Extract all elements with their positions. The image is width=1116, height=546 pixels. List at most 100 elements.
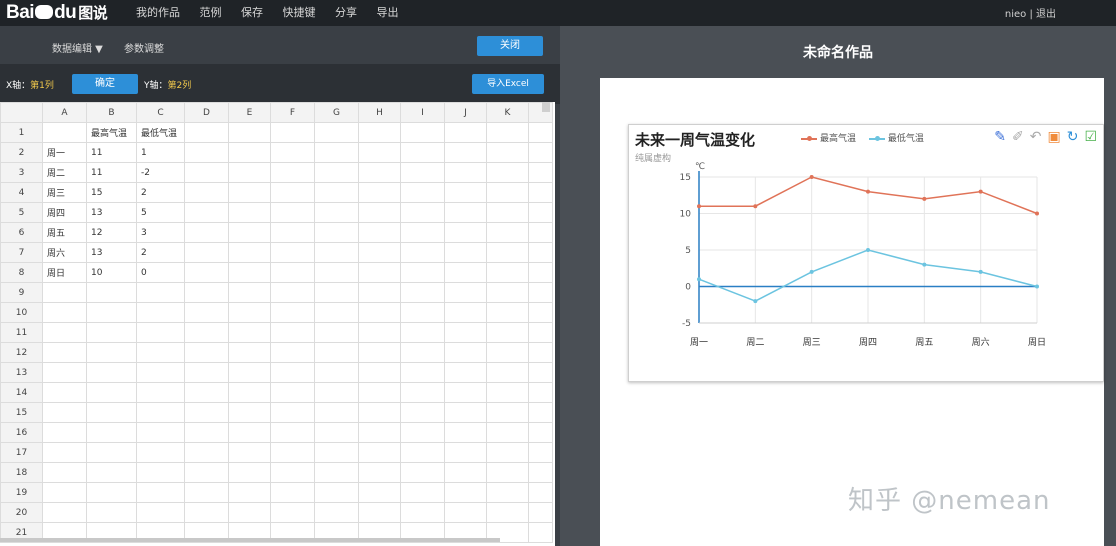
table-cell[interactable] [86,442,137,463]
column-header-k[interactable]: K [486,102,529,123]
data-point[interactable] [809,175,814,179]
table-cell[interactable] [400,362,445,383]
table-cell[interactable] [184,242,229,263]
table-cell[interactable] [42,502,87,523]
table-cell[interactable]: 最高气温 [86,122,137,143]
table-cell[interactable] [42,422,87,443]
table-cell[interactable] [444,182,487,203]
data-point[interactable] [978,269,983,274]
column-header-e[interactable]: E [228,102,271,123]
table-cell[interactable] [486,122,529,143]
table-cell[interactable] [228,182,271,203]
table-cell[interactable] [358,402,401,423]
table-cell[interactable] [314,362,359,383]
row-header[interactable]: 14 [0,382,43,403]
table-cell[interactable] [358,142,401,163]
row-header[interactable]: 20 [0,502,43,523]
table-cell[interactable] [270,142,315,163]
column-header-g[interactable]: G [314,102,359,123]
table-cell[interactable] [228,322,271,343]
table-cell[interactable] [400,382,445,403]
table-cell[interactable] [184,382,229,403]
table-cell[interactable] [314,442,359,463]
data-point[interactable] [978,189,983,194]
table-cell[interactable] [184,502,229,523]
row-header[interactable]: 18 [0,462,43,483]
table-cell[interactable] [42,442,87,463]
table-cell[interactable] [358,122,401,143]
table-cell[interactable] [86,362,137,383]
table-cell[interactable] [400,182,445,203]
column-header-b[interactable]: B [86,102,137,123]
table-cell[interactable]: -2 [136,162,185,183]
table-cell[interactable] [228,142,271,163]
table-cell[interactable] [86,502,137,523]
table-cell[interactable]: 周一 [42,142,87,163]
table-cell[interactable] [136,282,185,303]
spreadsheet[interactable]: A B C D E F G H I J K 1 最高气温 最低气温 2 周一 11 1 3 周二 11 -2 4 周三 15 2 5… [0,102,555,546]
table-cell[interactable] [228,482,271,503]
table-cell[interactable] [228,402,271,423]
table-cell[interactable] [314,122,359,143]
table-cell[interactable] [86,342,137,363]
table-cell[interactable] [270,162,315,183]
column-header-a[interactable]: A [42,102,87,123]
table-cell[interactable] [270,482,315,503]
table-cell[interactable]: 周三 [42,182,87,203]
table-cell[interactable] [42,402,87,423]
table-cell[interactable] [136,362,185,383]
table-cell[interactable] [42,122,87,143]
table-cell[interactable]: 13 [86,242,137,263]
table-cell[interactable] [270,362,315,383]
table-cell[interactable] [314,482,359,503]
row-header[interactable]: 10 [0,302,43,323]
row-header[interactable]: 16 [0,422,43,443]
table-cell[interactable] [136,482,185,503]
table-cell[interactable] [400,402,445,423]
data-point[interactable] [753,204,758,209]
data-grid[interactable]: A B C D E F G H I J K 1 最高气温 最低气温 2 周一 11 1 3 周二 11 -2 4 周三 15 2 5… [0,102,553,543]
table-cell[interactable] [228,442,271,463]
table-cell[interactable] [184,142,229,163]
table-cell[interactable]: 2 [136,182,185,203]
table-cell[interactable] [400,242,445,263]
table-cell[interactable] [444,342,487,363]
table-cell[interactable] [400,202,445,223]
table-cell[interactable] [314,402,359,423]
table-cell[interactable] [270,322,315,343]
row-header[interactable]: 7 [0,242,43,263]
tab-data-edit[interactable]: 数据编辑 ▼ [52,40,103,55]
close-button[interactable]: 关闭 [477,36,543,56]
table-cell[interactable] [136,322,185,343]
table-cell[interactable] [228,282,271,303]
row-header[interactable]: 1 [0,122,43,143]
table-cell[interactable] [486,282,529,303]
table-cell[interactable] [136,402,185,423]
table-cell[interactable] [270,402,315,423]
table-cell[interactable]: 11 [86,162,137,183]
table-cell[interactable] [444,462,487,483]
table-cell[interactable]: 2 [136,242,185,263]
table-cell[interactable] [358,322,401,343]
table-cell[interactable]: 12 [86,222,137,243]
table-cell[interactable] [400,222,445,243]
table-cell[interactable] [358,282,401,303]
table-cell[interactable] [314,262,359,283]
table-cell[interactable] [358,302,401,323]
table-cell[interactable] [314,322,359,343]
column-header-c[interactable]: C [136,102,185,123]
table-cell[interactable] [184,462,229,483]
table-cell[interactable] [486,162,529,183]
table-cell[interactable] [314,502,359,523]
table-cell[interactable] [42,482,87,503]
table-cell[interactable] [314,222,359,243]
table-cell[interactable] [400,162,445,183]
table-cell[interactable] [270,382,315,403]
table-cell[interactable]: 周四 [42,202,87,223]
table-cell[interactable] [400,322,445,343]
table-cell[interactable] [486,342,529,363]
table-cell[interactable] [270,302,315,323]
table-cell[interactable] [184,262,229,283]
table-cell[interactable] [270,442,315,463]
table-cell[interactable] [486,382,529,403]
